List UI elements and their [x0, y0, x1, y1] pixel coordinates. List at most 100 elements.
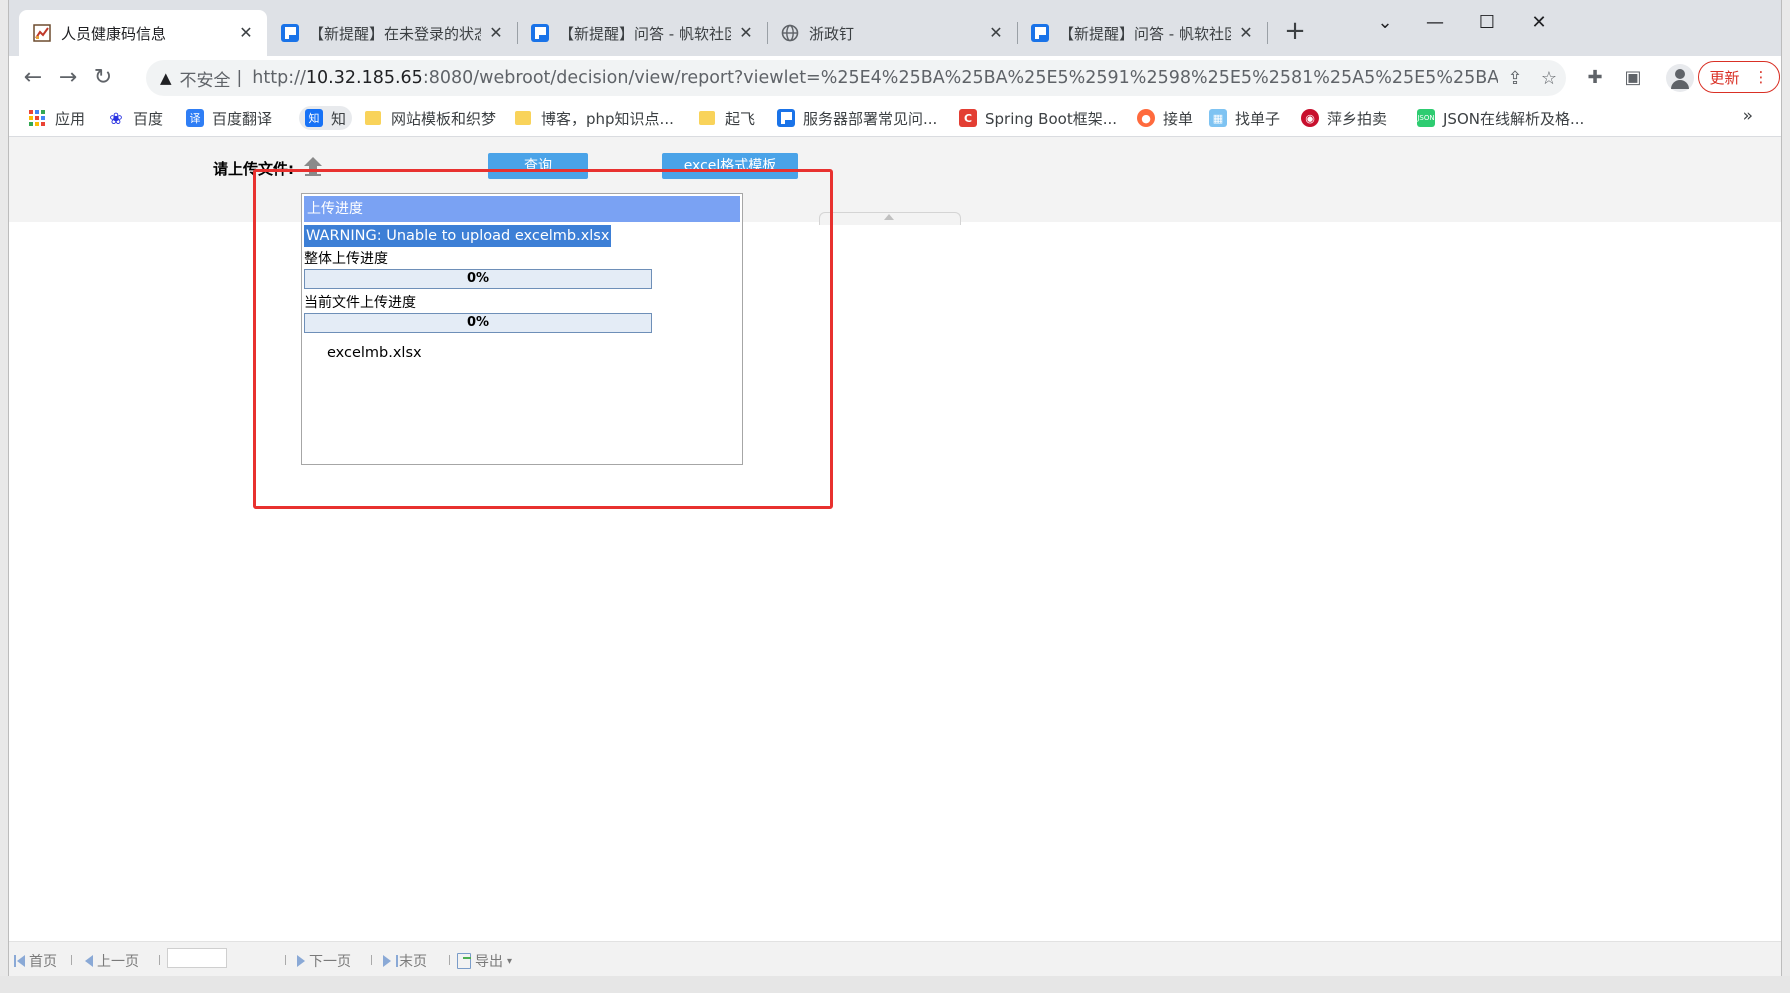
report-favicon-icon — [33, 24, 51, 42]
next-page-label: 下一页 — [309, 954, 351, 970]
side-panel-icon[interactable]: ▣ — [1617, 62, 1649, 94]
not-secure-warning-icon[interactable]: ▲ — [160, 69, 172, 87]
pager-separator — [71, 955, 72, 965]
tab-zhezhengding[interactable]: 浙政钉 ✕ — [767, 10, 1017, 56]
globe-favicon-icon — [781, 24, 799, 42]
fanruan-favicon-icon — [777, 109, 795, 127]
minimize-icon[interactable]: — — [1409, 8, 1461, 38]
bookmarks-overflow-chevron-icon[interactable]: » — [1743, 106, 1753, 126]
bookmark-label: 萍乡拍卖 — [1327, 109, 1388, 128]
reload-icon[interactable]: ↻ — [87, 62, 119, 94]
bookmark-spring-boot[interactable]: C Spring Boot框架... — [959, 106, 1117, 130]
update-label: 更新 — [1709, 68, 1740, 87]
last-page-arrow-icon — [383, 955, 391, 967]
pager-separator — [159, 955, 160, 965]
url-path: :8080/webroot/decision/view/report?viewl… — [422, 68, 1498, 88]
bookmark-jiedan[interactable]: ● 接单 — [1137, 106, 1193, 130]
last-page-icon — [396, 955, 398, 967]
bookmark-star-icon[interactable]: ☆ — [1532, 68, 1566, 89]
back-arrow-icon[interactable]: ← — [17, 62, 49, 94]
forward-arrow-icon[interactable]: → — [52, 62, 84, 94]
extensions-puzzle-icon[interactable]: ✚ — [1579, 62, 1611, 94]
bookmark-label: 应用 — [55, 109, 86, 128]
more-menu-icon[interactable]: ⋮ — [1754, 68, 1769, 86]
close-icon[interactable]: ✕ — [737, 24, 755, 42]
bookmark-label: 博客，php知识点... — [541, 109, 674, 128]
csdn-icon: C — [959, 109, 977, 127]
left-window-edge — [0, 0, 8, 993]
share-icon[interactable]: ⇪ — [1498, 68, 1532, 89]
collapse-panel-toggle[interactable] — [819, 212, 961, 225]
bookmark-pingxiang-auction[interactable]: ◉ 萍乡拍卖 — [1301, 106, 1387, 130]
maximize-icon[interactable]: ☐ — [1461, 8, 1513, 38]
tab-fanruan-login[interactable]: 【新提醒】在未登录的状态下上 ✕ — [267, 10, 517, 56]
export-icon — [457, 953, 471, 969]
baidu-translate-icon: 译 — [186, 109, 204, 127]
bookmark-label: 找单子 — [1235, 109, 1281, 128]
bookmark-json-parser[interactable]: JSON JSON在线解析及格... — [1417, 106, 1584, 130]
close-icon[interactable]: ✕ — [987, 24, 1005, 42]
zhihu-icon: 知 — [305, 109, 323, 127]
folder-icon — [699, 111, 715, 125]
pager-separator — [449, 955, 450, 965]
bookmark-zhaodanzi[interactable]: ▦ 找单子 — [1209, 106, 1280, 130]
bookmark-folder-takeoff[interactable]: 起飞 — [699, 106, 755, 130]
bookmark-label: 知 — [331, 109, 347, 128]
update-button[interactable]: 更新 ⋮ — [1698, 61, 1780, 93]
close-icon[interactable]: ✕ — [237, 24, 255, 42]
browser-toolbar: ← → ↻ ▲ 不安全 | http://10.32.185.65:8080/w… — [9, 56, 1781, 100]
report-pager-toolbar: 首页 上一页 下一页 末页 导出 ▾ — [9, 941, 1781, 976]
tab-fanruan-qa-2[interactable]: 【新提醒】问答 - 帆软社区 ✕ — [1017, 10, 1267, 56]
profile-avatar-icon[interactable] — [1666, 64, 1694, 92]
new-tab-plus-icon[interactable]: + — [1277, 14, 1313, 50]
bookmark-folder-blog[interactable]: 博客，php知识点... — [515, 106, 674, 130]
bookmark-label: 接单 — [1163, 109, 1194, 128]
fanruan-favicon-icon — [1031, 24, 1049, 42]
bookmark-folder-templates[interactable]: 网站模板和织梦 — [365, 106, 496, 130]
tab-title: 人员健康码信息 — [61, 24, 167, 43]
first-page-icon — [14, 955, 16, 967]
bookmark-server-deploy[interactable]: 服务器部署常见问... — [777, 106, 937, 130]
annotation-highlight-box — [253, 169, 833, 509]
export-label: 导出 — [475, 954, 503, 970]
first-page-arrow-icon — [17, 955, 25, 967]
red-seal-icon: ◉ — [1301, 109, 1319, 127]
bookmark-baidu-translate[interactable]: 译 百度翻译 — [186, 106, 272, 130]
tab-search-chevron-icon[interactable]: ⌄ — [1359, 8, 1411, 38]
close-icon[interactable]: ✕ — [487, 24, 505, 42]
bookmark-label: Spring Boot框架... — [985, 109, 1118, 128]
export-menu-button[interactable]: 导出 ▾ — [457, 951, 512, 971]
close-icon[interactable]: ✕ — [1237, 24, 1255, 42]
tab-health-code[interactable]: 人员健康码信息 ✕ — [19, 10, 267, 56]
page-number-input[interactable] — [167, 948, 227, 968]
close-window-icon[interactable]: ✕ — [1513, 8, 1565, 38]
bookmark-zhihu[interactable]: 知 知 — [299, 106, 353, 130]
address-divider: | — [236, 68, 243, 88]
url-scheme: http:// — [252, 68, 306, 88]
bookmark-baidu[interactable]: ❀ 百度 — [107, 106, 163, 130]
first-page-label: 首页 — [29, 954, 57, 970]
report-page: 请上传文件: 查询 excel格式模板 上传进度 WARNING: Unable… — [9, 137, 1781, 951]
tab-title: 【新提醒】在未登录的状态下上 — [309, 24, 481, 43]
prev-page-button[interactable]: 上一页 — [85, 951, 139, 971]
last-page-label: 末页 — [399, 954, 427, 970]
bookmarks-bar: 应用 ❀ 百度 译 百度翻译 知 知 网站模板和织梦 博客，php知识点... … — [9, 100, 1781, 137]
taskbar-edge — [0, 976, 1790, 993]
tab-strip: 人员健康码信息 ✕ 【新提醒】在未登录的状态下上 ✕ 【新提醒】问答 - 帆软社… — [9, 0, 1781, 56]
security-label[interactable]: 不安全 — [180, 66, 231, 91]
grid-tile-icon: ▦ — [1209, 109, 1227, 127]
json-icon: JSON — [1417, 109, 1435, 127]
pager-separator — [285, 955, 286, 965]
tab-fanruan-qa[interactable]: 【新提醒】问答 - 帆软社区 ✕ — [517, 10, 767, 56]
pager-separator — [371, 955, 372, 965]
last-page-button[interactable]: 末页 — [383, 951, 427, 971]
first-page-button[interactable]: 首页 — [13, 951, 57, 971]
address-bar[interactable]: ▲ 不安全 | http://10.32.185.65:8080/webroot… — [146, 60, 1566, 96]
bookmark-apps[interactable]: 应用 — [29, 106, 85, 130]
fanruan-favicon-icon — [531, 24, 549, 42]
next-page-button[interactable]: 下一页 — [297, 951, 351, 971]
apps-grid-icon — [29, 110, 45, 126]
url-text[interactable]: http://10.32.185.65:8080/webroot/decisio… — [252, 68, 1498, 88]
right-window-edge — [1782, 0, 1790, 993]
tab-separator — [1267, 22, 1268, 44]
